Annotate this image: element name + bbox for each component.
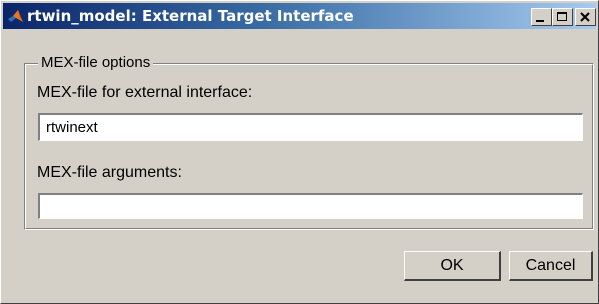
title-bar[interactable]: rtwin_model: External Target Interface bbox=[3, 3, 596, 29]
mex-args-input[interactable] bbox=[38, 193, 583, 219]
close-button[interactable] bbox=[575, 8, 596, 26]
mex-file-input[interactable] bbox=[38, 113, 583, 141]
maximize-button[interactable] bbox=[552, 8, 573, 26]
matlab-logo-icon bbox=[7, 8, 24, 25]
mex-args-label: MEX-file arguments: bbox=[37, 164, 182, 181]
minimize-button[interactable] bbox=[531, 8, 552, 26]
mex-file-label: MEX-file for external interface: bbox=[37, 84, 253, 101]
group-legend: MEX-file options bbox=[38, 54, 154, 71]
dialog-window: rtwin_model: External Target Interface M… bbox=[0, 0, 599, 304]
window-title: rtwin_model: External Target Interface bbox=[27, 7, 354, 25]
ok-button[interactable]: OK bbox=[404, 251, 501, 281]
cancel-button[interactable]: Cancel bbox=[509, 251, 593, 281]
